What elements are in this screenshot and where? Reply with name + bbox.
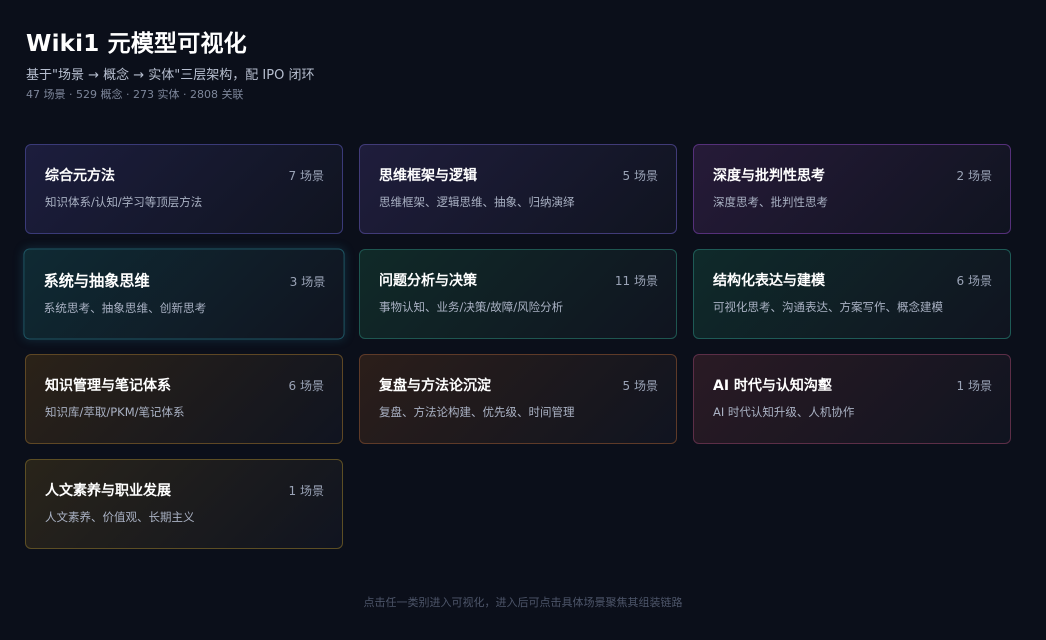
category-card-thinking-frameworks-logic[interactable]: 思维框架与逻辑 5 场景 思维框架、逻辑思维、抽象、归纳演绎 <box>359 144 677 234</box>
card-scene-count: 6 场景 <box>288 379 324 393</box>
card-description: 思维框架、逻辑思维、抽象、归纳演绎 <box>379 195 575 209</box>
category-card-deep-critical-thinking[interactable]: 深度与批判性思考 2 场景 深度思考、批判性思考 <box>693 144 1011 234</box>
header: Wiki1 元模型可视化 基于"场景 → 概念 → 实体"三层架构，配 IPO … <box>26 28 314 102</box>
card-scene-count: 6 场景 <box>956 274 992 288</box>
card-title: 复盘与方法论沉淀 <box>379 378 491 394</box>
stats-summary: 47 场景 · 529 概念 · 273 实体 · 2808 关联 <box>26 88 244 101</box>
category-card-systems-abstract-thinking[interactable]: 系统与抽象思维 3 场景 系统思考、抽象思维、创新思考 <box>23 248 345 340</box>
card-scene-count: 3 场景 <box>289 274 326 289</box>
page-subtitle: 基于"场景 → 概念 → 实体"三层架构，配 IPO 闭环 <box>26 68 315 83</box>
category-card-review-methodology[interactable]: 复盘与方法论沉淀 5 场景 复盘、方法论构建、优先级、时间管理 <box>359 354 677 444</box>
card-scene-count: 1 场景 <box>288 484 324 498</box>
category-card-problem-analysis-decision[interactable]: 问题分析与决策 11 场景 事物认知、业务/决策/故障/风险分析 <box>359 249 677 339</box>
category-card-knowledge-management-notes[interactable]: 知识管理与笔记体系 6 场景 知识库/萃取/PKM/笔记体系 <box>25 354 343 444</box>
category-grid: 综合元方法 7 场景 知识体系/认知/学习等顶层方法 思维框架与逻辑 5 场景 思维… <box>23 144 1011 549</box>
card-scene-count: 1 场景 <box>956 379 992 393</box>
category-card-comprehensive-meta-methods[interactable]: 综合元方法 7 场景 知识体系/认知/学习等顶层方法 <box>25 144 343 234</box>
page-title: Wiki1 元模型可视化 <box>26 31 247 57</box>
card-title: 人文素养与职业发展 <box>45 483 171 499</box>
card-title: 知识管理与笔记体系 <box>45 378 171 394</box>
footer-hint: 点击任一类别进入可视化，进入后可点击具体场景聚焦其组装链路 <box>363 596 683 609</box>
card-title: 结构化表达与建模 <box>713 273 825 289</box>
card-description: 复盘、方法论构建、优先级、时间管理 <box>379 405 575 419</box>
card-description: 知识体系/认知/学习等顶层方法 <box>45 195 203 209</box>
card-description: AI 时代认知升级、人机协作 <box>713 405 855 419</box>
card-description: 可视化思考、沟通表达、方案写作、概念建模 <box>713 300 943 314</box>
card-description: 知识库/萃取/PKM/笔记体系 <box>45 405 185 419</box>
card-scene-count: 5 场景 <box>622 169 658 183</box>
card-title: AI 时代与认知沟壑 <box>713 378 832 394</box>
card-title: 思维框架与逻辑 <box>379 168 477 184</box>
card-description: 深度思考、批判性思考 <box>713 195 828 209</box>
card-scene-count: 7 场景 <box>288 169 324 183</box>
card-title: 综合元方法 <box>45 168 115 184</box>
category-card-ai-era-cognitive-gap[interactable]: AI 时代与认知沟壑 1 场景 AI 时代认知升级、人机协作 <box>693 354 1011 444</box>
card-title: 系统与抽象思维 <box>43 271 150 290</box>
category-card-structured-expression-modeling[interactable]: 结构化表达与建模 6 场景 可视化思考、沟通表达、方案写作、概念建模 <box>693 249 1011 339</box>
card-title: 问题分析与决策 <box>379 273 477 289</box>
page: Wiki1 元模型可视化 基于"场景 → 概念 → 实体"三层架构，配 IPO … <box>0 0 1046 640</box>
card-description: 人文素养、价值观、长期主义 <box>45 510 195 524</box>
card-description: 事物认知、业务/决策/故障/风险分析 <box>379 300 564 314</box>
card-scene-count: 11 场景 <box>614 274 658 288</box>
category-card-humanities-career[interactable]: 人文素养与职业发展 1 场景 人文素养、价值观、长期主义 <box>25 459 343 549</box>
card-scene-count: 5 场景 <box>622 379 658 393</box>
card-scene-count: 2 场景 <box>956 169 992 183</box>
card-title: 深度与批判性思考 <box>713 168 825 184</box>
card-description: 系统思考、抽象思维、创新思考 <box>43 301 207 316</box>
